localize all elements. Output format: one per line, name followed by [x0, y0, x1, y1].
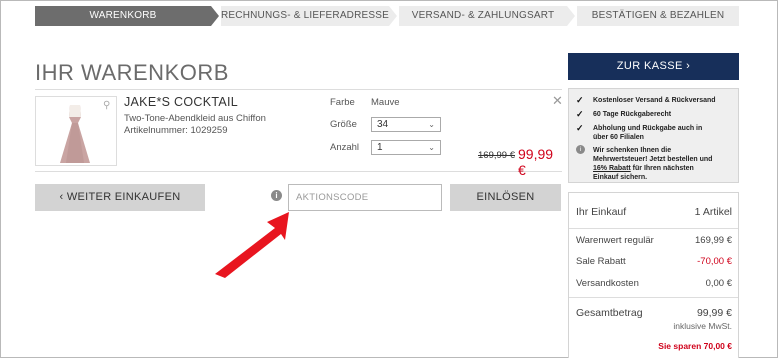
check-icon: ✓ — [576, 109, 584, 119]
redeem-label: EINLÖSEN — [476, 191, 535, 203]
vat-note-text: Wir schenken Ihnen die Mehrwertsteuer! J… — [593, 147, 713, 163]
checkout-button[interactable]: ZUR KASSE › — [568, 53, 739, 80]
continue-shopping-button[interactable]: ‹ WEITER EINKAUFEN — [35, 184, 205, 211]
usp-item: Abholung und Rückgabe auch in über 60 Fi… — [593, 125, 703, 141]
product-name[interactable]: JAKE*S COCKTAIL — [124, 95, 238, 109]
sale-price: 99,99 € — [518, 146, 554, 178]
usp-item: 60 Tage Rückgaberecht — [593, 111, 672, 118]
chevron-left-icon: ‹ — [59, 191, 64, 203]
total-label: Gesamtbetrag — [576, 307, 643, 319]
qty-select-value: 1 — [377, 142, 383, 153]
size-select-value: 34 — [377, 119, 389, 130]
step-arrow — [389, 6, 397, 26]
check-icon: ✓ — [576, 95, 584, 105]
summary-row-label: Sale Rabatt — [576, 256, 626, 267]
qty-label: Anzahl — [330, 142, 360, 153]
vat-note-highlight[interactable]: 16% Rabatt — [593, 165, 631, 172]
cart-item-row: ⚲ JAKE*S COCKTAIL Two-Tone-Abendkleid au… — [35, 89, 563, 178]
qty-select[interactable]: 1 ⌄ — [371, 140, 441, 155]
benefits-box: ✓ Kostenloser Versand & Rückversand ✓ 60… — [568, 88, 739, 183]
summary-row-value: -70,00 € — [697, 256, 732, 267]
divider — [569, 297, 738, 298]
old-price: 169,99 € — [478, 150, 515, 161]
summary-title: Ihr Einkauf — [576, 206, 627, 218]
chevron-right-icon: › — [686, 60, 691, 72]
summary-row-value: 169,99 € — [695, 235, 732, 246]
step-versand[interactable]: VERSAND- & ZAHLUNGSART — [399, 6, 567, 26]
checkout-progress: WARENKORB RECHNUNGS- & LIEFERADRESSE VER… — [35, 6, 739, 26]
step-arrow — [567, 6, 575, 26]
summary-header: Ihr Einkauf 1 Artikel — [569, 193, 738, 229]
vat-included: inklusive MwSt. — [673, 321, 732, 331]
step-warenkorb[interactable]: WARENKORB — [35, 6, 211, 26]
product-description: Two-Tone-Abendkleid aus Chiffon — [124, 113, 266, 124]
red-arrow-icon — [215, 212, 289, 278]
step-label: BESTÄTIGEN & BEZAHLEN — [591, 10, 725, 21]
summary-row-label: Warenwert regulär — [576, 235, 654, 246]
summary-row-value: 0,00 € — [705, 278, 732, 289]
remove-item-icon[interactable]: ✕ — [552, 93, 563, 109]
continue-shopping-label: WEITER EINKAUFEN — [66, 191, 181, 203]
dress-image — [60, 105, 90, 163]
size-label: Größe — [330, 119, 357, 130]
chevron-down-icon: ⌄ — [428, 143, 435, 152]
step-label: WARENKORB — [89, 10, 157, 21]
order-summary: Ihr Einkauf 1 Artikel Warenwert regulär … — [568, 192, 739, 358]
chevron-down-icon: ⌄ — [428, 120, 435, 129]
checkout-label: ZUR KASSE — [616, 60, 683, 72]
promo-code-input[interactable] — [288, 184, 442, 211]
page-title: IHR WARENKORB — [35, 60, 229, 85]
total-value: 99,99 € — [696, 307, 732, 319]
color-label: Farbe — [330, 97, 355, 108]
step-arrow — [211, 6, 219, 26]
step-label: RECHNUNGS- & LIEFERADRESSE — [221, 10, 390, 21]
summary-row-label: Versandkosten — [576, 278, 639, 289]
article-number: Artikelnummer: 1029259 — [124, 125, 228, 136]
info-icon[interactable]: i — [271, 190, 282, 201]
color-value: Mauve — [371, 97, 400, 108]
summary-count: 1 Artikel — [694, 206, 732, 218]
product-image[interactable]: ⚲ — [35, 96, 117, 166]
redeem-button[interactable]: EINLÖSEN — [450, 184, 561, 211]
step-label: VERSAND- & ZAHLUNGSART — [411, 10, 555, 21]
info-icon: i — [576, 145, 585, 154]
savings-text: Sie sparen 70,00 € — [658, 341, 732, 351]
vat-promo-note: Wir schenken Ihnen die Mehrwertsteuer! J… — [593, 146, 715, 182]
size-select[interactable]: 34 ⌄ — [371, 117, 441, 132]
zoom-icon[interactable]: ⚲ — [103, 100, 110, 111]
step-adresse[interactable]: RECHNUNGS- & LIEFERADRESSE — [221, 6, 389, 26]
step-bezahlen[interactable]: BESTÄTIGEN & BEZAHLEN — [577, 6, 739, 26]
check-icon: ✓ — [576, 123, 584, 133]
usp-item: Kostenloser Versand & Rückversand — [593, 97, 716, 104]
